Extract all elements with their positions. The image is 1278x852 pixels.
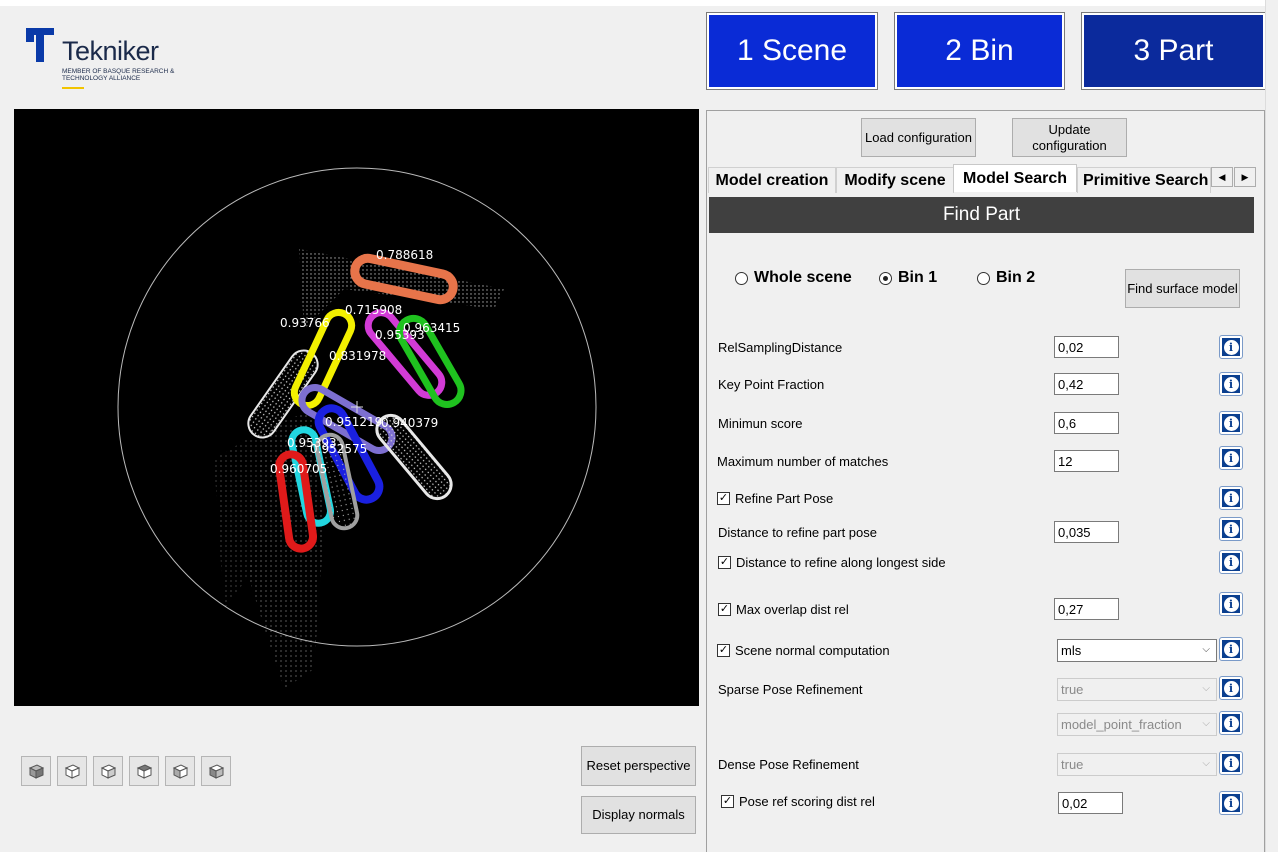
distance-longest-side-checkbox[interactable]: ✓ Distance to refine along longest side	[718, 555, 946, 570]
param-label: Minimun score	[718, 416, 803, 431]
chevron-down-icon: ⌵	[1202, 758, 1210, 769]
scene-normal-checkbox[interactable]: ✓ Scene normal computation	[717, 643, 890, 658]
info-icon[interactable]: i	[1219, 592, 1243, 616]
radio-whole-scene[interactable]: Whole scene	[735, 269, 852, 287]
score-label: 0.940379	[381, 416, 439, 430]
tekniker-logo: Tekniker MEMBER OF BASQUE RESEARCH & TEC…	[24, 26, 194, 94]
refine-part-pose-checkbox[interactable]: ✓ Refine Part Pose	[717, 491, 833, 506]
sparse-refinement-param-select[interactable]: model_point_fraction ⌵	[1057, 713, 1217, 736]
param-label: Dense Pose Refinement	[718, 757, 859, 772]
score-label: 0.788618	[376, 248, 434, 262]
max-overlap-checkbox[interactable]: ✓ Max overlap dist rel	[718, 602, 849, 617]
chevron-down-icon: ⌵	[1202, 683, 1210, 694]
param-label: Distance to refine part pose	[718, 525, 877, 540]
display-normals-button[interactable]: Display normals	[581, 796, 696, 834]
tekniker-mark-icon	[26, 28, 54, 62]
score-label: 0.951219	[325, 415, 383, 429]
cube-top-icon[interactable]	[129, 756, 159, 786]
reset-perspective-button[interactable]: Reset perspective	[581, 746, 696, 786]
tab-scroll-right-icon[interactable]: ▶	[1234, 167, 1256, 187]
info-icon[interactable]: i	[1219, 550, 1243, 574]
info-icon[interactable]: i	[1219, 791, 1243, 815]
scene-render	[117, 167, 597, 689]
info-icon[interactable]: i	[1219, 446, 1243, 470]
score-label: 0.960705	[270, 462, 328, 476]
cube-side-icon[interactable]	[93, 756, 123, 786]
cube-back-icon[interactable]	[201, 756, 231, 786]
radio-bin-1[interactable]: Bin 1	[879, 269, 937, 287]
dense-refinement-select[interactable]: true ⌵	[1057, 753, 1217, 776]
cube-front-icon[interactable]	[57, 756, 87, 786]
brand-underline	[62, 87, 84, 89]
pose-ref-scoring-checkbox[interactable]: ✓ Pose ref scoring dist rel	[721, 794, 875, 809]
minimum-score-input[interactable]: 0,6	[1054, 412, 1119, 434]
score-label: 0.93766	[280, 316, 330, 330]
param-label: Sparse Pose Refinement	[718, 682, 863, 697]
tab-model-creation[interactable]: Model creation	[708, 167, 836, 193]
app-window: Tekniker MEMBER OF BASQUE RESEARCH & TEC…	[0, 0, 1278, 852]
brand-name: Tekniker	[62, 36, 159, 66]
brand-tagline: MEMBER OF BASQUE RESEARCH & TECHNOLOGY A…	[62, 68, 175, 82]
key-point-fraction-input[interactable]: 0,42	[1054, 373, 1119, 395]
param-label: Maximum number of matches	[717, 454, 889, 469]
score-label: 0.952575	[310, 442, 368, 456]
max-overlap-input[interactable]: 0,27	[1054, 598, 1119, 620]
info-icon[interactable]: i	[1219, 486, 1243, 510]
title-strip	[0, 0, 1278, 6]
tab-modify-scene[interactable]: Modify scene	[836, 167, 954, 193]
window-scrollbar[interactable]	[1265, 0, 1278, 852]
param-label: RelSamplingDistance	[718, 340, 843, 355]
info-icon[interactable]: i	[1219, 637, 1243, 661]
step-part-button[interactable]: 3 Part	[1081, 12, 1266, 90]
rel-sampling-distance-input[interactable]: 0,02	[1054, 336, 1119, 358]
pose-ref-scoring-input[interactable]: 0,02	[1058, 792, 1123, 814]
chevron-down-icon: ⌵	[1202, 718, 1210, 729]
info-icon[interactable]: i	[1219, 372, 1243, 396]
info-icon[interactable]: i	[1219, 517, 1243, 541]
tab-primitive-search[interactable]: Primitive Search	[1077, 167, 1211, 193]
tab-model-search[interactable]: Model Search	[953, 164, 1077, 192]
param-label: Key Point Fraction	[718, 377, 825, 392]
info-icon[interactable]: i	[1219, 676, 1243, 700]
scene-normal-select[interactable]: mls ⌵	[1057, 639, 1217, 662]
point-cloud-viewport[interactable]: 0.788618 0.715908 0.93766 0.963415 0.953…	[14, 109, 699, 706]
sparse-refinement-select[interactable]: true ⌵	[1057, 678, 1217, 701]
step-bin-button[interactable]: 2 Bin	[894, 12, 1065, 90]
info-icon[interactable]: i	[1219, 335, 1243, 359]
max-matches-input[interactable]: 12	[1054, 450, 1119, 472]
score-label: 0.95393	[375, 328, 425, 342]
cube-iso-icon[interactable]	[21, 756, 51, 786]
find-part-header: Find Part	[709, 197, 1254, 233]
score-label: 0.831978	[329, 349, 387, 363]
score-label: 0.715908	[345, 303, 403, 317]
load-configuration-button[interactable]: Load configuration	[861, 118, 976, 157]
info-icon[interactable]: i	[1219, 411, 1243, 435]
info-icon[interactable]: i	[1219, 711, 1243, 735]
radio-bin-2[interactable]: Bin 2	[977, 269, 1035, 287]
step-scene-button[interactable]: 1 Scene	[706, 12, 878, 90]
distance-refine-input[interactable]: 0,035	[1054, 521, 1119, 543]
cube-bottom-icon[interactable]	[165, 756, 195, 786]
find-surface-model-button[interactable]: Find surface model	[1125, 269, 1240, 308]
update-configuration-button[interactable]: Update configuration	[1012, 118, 1127, 157]
chevron-down-icon: ⌵	[1202, 644, 1210, 655]
tab-scroll-left-icon[interactable]: ◀	[1211, 167, 1233, 187]
info-icon[interactable]: i	[1219, 751, 1243, 775]
